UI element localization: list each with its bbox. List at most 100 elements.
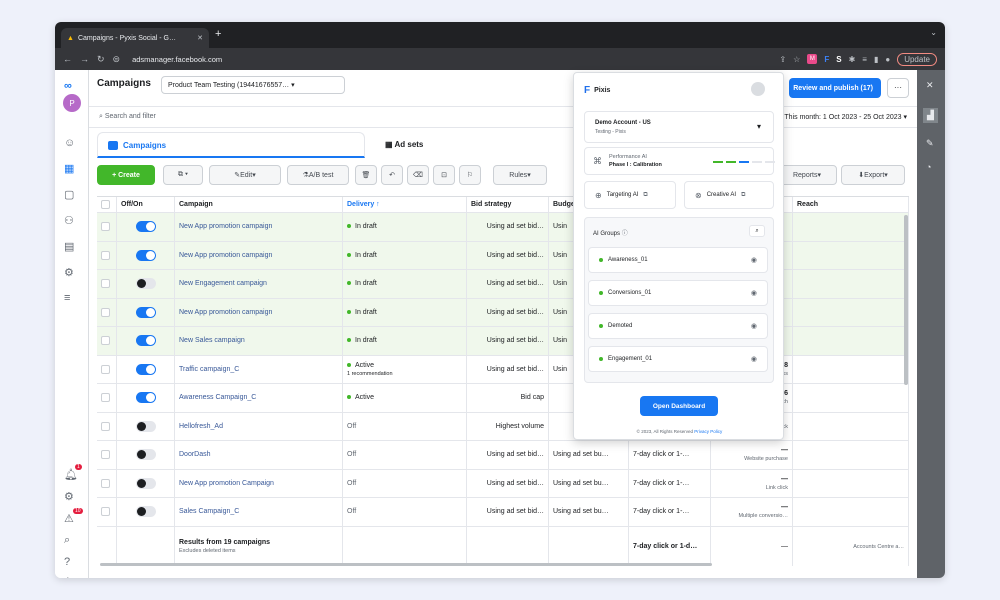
alerts-icon[interactable]: ⚠ [64,512,74,525]
eye-icon[interactable]: ◉ [751,355,757,363]
create-button[interactable]: + Create [97,165,155,185]
date-range-picker[interactable]: This month: 1 Oct 2023 - 25 Oct 2023 ▾ [784,113,907,121]
campaign-toggle[interactable] [135,278,156,290]
new-tab-icon[interactable]: + [215,28,221,40]
forward-icon[interactable]: → [80,54,89,64]
column-header[interactable]: Campaign [175,197,343,212]
profile-icon[interactable]: ● [885,55,890,64]
trash-button[interactable]: ⌫ [407,165,429,185]
select-all-checkbox[interactable] [101,200,110,209]
campaign-toggle[interactable] [135,221,156,233]
row-checkbox[interactable] [101,336,110,346]
pixis-extension-icon[interactable]: F [824,55,829,64]
campaign-toggle[interactable] [135,420,156,432]
campaign-name-link[interactable]: New Sales campaign [179,337,245,344]
eye-icon[interactable]: ◉ [751,256,757,264]
tab-close-icon[interactable]: ✕ [197,34,203,42]
search-icon[interactable]: ⌕ [749,225,765,237]
bookmark-star-icon[interactable]: ☆ [793,55,800,64]
campaign-name-link[interactable]: Hellofresh_Ad [179,423,223,430]
tab-menu-icon[interactable]: ⌄ [930,28,937,37]
chart-panel-icon[interactable]: ▟ [923,108,938,123]
performance-ai-card[interactable]: ⌘ Performance AI Phase I : Calibration [584,147,775,175]
update-button[interactable]: Update [897,52,937,66]
rules-button[interactable]: Rules ▾ [493,165,547,185]
campaign-name-link[interactable]: New App promotion campaign [179,309,272,316]
open-dashboard-button[interactable]: Open Dashboard [640,396,718,416]
back-icon[interactable]: ← [63,54,72,64]
eye-icon[interactable]: ◉ [751,289,757,297]
preview-button[interactable]: ⊡ [433,165,455,185]
tag-button[interactable]: ⚐ [459,165,481,185]
search-input[interactable]: Search and filter [105,113,156,120]
campaign-name-link[interactable]: Traffic campaign_C [179,366,239,373]
campaign-name-link[interactable]: New App promotion campaign [179,223,272,230]
meta-logo-icon[interactable]: ∞ [64,80,72,92]
campaign-name-link[interactable]: Awareness Campaign_C [179,394,256,401]
row-checkbox[interactable] [101,250,110,260]
share-icon[interactable]: ⇪ [779,55,786,64]
pages-icon[interactable]: ▤ [64,240,74,253]
gear-icon[interactable]: ⚙ [64,490,74,503]
edit-button[interactable]: ✎ Edit ▾ [209,165,281,185]
export-button[interactable]: ⬇ Export ▾ [841,165,905,185]
ai-group-item[interactable]: Demoted ◉ [588,313,768,339]
creative-ai-card[interactable]: ⊗ Creative AI ⧉ [684,181,774,209]
audiences-icon[interactable]: ⚇ [64,214,74,227]
reports-button[interactable]: Reports ▾ [777,165,837,185]
ai-group-item[interactable]: Engagement_01 ◉ [588,346,768,372]
puzzle-icon[interactable]: ✱ [849,55,856,64]
help-icon[interactable]: ? [64,556,70,568]
pixis-account-selector[interactable]: Demo Account - US Testing - Pixis ▾ [584,111,774,143]
campaign-name-link[interactable]: New App promotion Campaign [179,480,274,487]
row-checkbox[interactable] [101,478,110,488]
bug-icon[interactable]: ✲ [64,576,72,578]
sidepanel-icon[interactable]: ▮ [874,55,878,64]
campaign-toggle[interactable] [135,335,156,347]
row-checkbox[interactable] [101,507,110,517]
campaign-name-link[interactable]: Sales Campaign_C [179,508,239,515]
campaign-toggle[interactable] [135,477,156,489]
account-avatar[interactable]: P [63,94,81,112]
duplicate-button[interactable]: ⧉ ▾ [163,165,203,185]
campaign-name-link[interactable]: New Engagement campaign [179,280,267,287]
table-scrollbar-vertical[interactable] [904,215,908,385]
menu-icon[interactable]: ≡ [64,292,70,304]
row-checkbox[interactable] [101,307,110,317]
browser-tab[interactable]: ▲ Campaigns - Pyxis Social - G… ✕ [61,28,209,48]
campaign-toggle[interactable] [135,392,156,404]
extension-s-icon[interactable]: S [836,55,841,64]
privacy-policy-link[interactable]: Privacy Policy [694,429,722,434]
campaign-toggle[interactable] [135,363,156,375]
more-options-button[interactable]: ··· [887,78,909,98]
column-header[interactable]: Bid strategy [467,197,549,212]
row-checkbox[interactable] [101,364,110,374]
row-checkbox[interactable] [101,393,110,403]
extension-m-icon[interactable]: M [807,54,818,64]
notifications-icon[interactable]: 🔔︎ [64,468,78,481]
column-header[interactable]: Off/On [117,197,175,212]
account-selector[interactable]: Product Team Testing (19441676557… ▾ [161,76,345,94]
search-icon[interactable]: ⌕ [64,534,70,547]
campaign-toggle[interactable] [135,306,156,318]
search-bar[interactable]: ⌕ Search and filter This month: 1 Oct 20… [89,106,917,128]
site-info-icon[interactable]: ⊜ [113,54,121,65]
close-panel-icon[interactable]: ✕ [926,80,934,91]
undo-button[interactable]: ↶ [381,165,403,185]
delete-button[interactable]: 🗑︎ [355,165,377,185]
url-field[interactable]: adsmanager.facebook.com [132,55,222,64]
pencil-icon[interactable]: ✎ [926,138,934,149]
tab-adsets[interactable]: ▦ Ad sets [375,132,595,158]
eye-icon[interactable]: ◉ [751,322,757,330]
campaign-toggle[interactable] [135,506,156,518]
campaigns-grid-icon[interactable]: ▦ [64,162,74,175]
media-icon[interactable]: ≡ [862,55,867,64]
clock-icon[interactable]: ◔ [926,162,931,172]
overview-icon[interactable]: ☺ [64,137,75,149]
row-checkbox[interactable] [101,222,110,232]
column-header[interactable]: Reach [793,197,909,212]
review-publish-button[interactable]: Review and publish (17) [789,78,881,98]
row-checkbox[interactable] [101,421,110,431]
ai-group-item[interactable]: Conversions_01 ◉ [588,280,768,306]
targeting-ai-card[interactable]: ⊕ Targeting AI ⧉ [584,181,676,209]
